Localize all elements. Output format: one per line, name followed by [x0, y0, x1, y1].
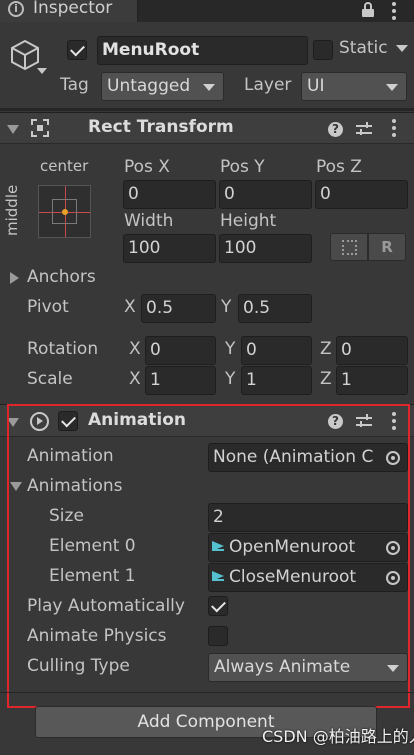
help-icon[interactable]: ?	[328, 122, 343, 137]
raw-edit-button[interactable]: R	[368, 233, 406, 261]
rot-y-label: Y	[225, 339, 236, 359]
pivot-x-field[interactable]: 0.5	[141, 294, 216, 323]
rot-z-label: Z	[320, 339, 332, 359]
chevron-down-icon	[386, 84, 398, 91]
check-icon	[70, 41, 85, 57]
width-label: Width	[124, 211, 174, 231]
pos-z-label: Pos Z	[316, 157, 362, 177]
scale-label: Scale	[27, 369, 73, 389]
divider	[0, 692, 414, 693]
static-dropdown-arrow[interactable]	[396, 45, 408, 52]
layer-dropdown[interactable]: UI	[301, 72, 407, 101]
pos-y-field[interactable]: 0	[219, 180, 312, 209]
tag-dropdown[interactable]: Untagged	[101, 72, 224, 101]
rot-y-field[interactable]: 0	[241, 336, 312, 365]
highlight-box	[7, 404, 410, 708]
foldout-arrow-icon	[7, 125, 19, 134]
layer-value: UI	[307, 76, 325, 96]
height-label: Height	[220, 211, 277, 231]
pivot-y-label: Y	[221, 297, 232, 317]
anchors-label[interactable]: Anchors	[27, 267, 96, 287]
chevron-down-icon	[203, 84, 215, 91]
anchor-h-label: center	[40, 157, 89, 175]
scale-z-field[interactable]: 1	[336, 366, 408, 395]
scale-x-label: X	[129, 369, 141, 389]
scale-y-field[interactable]: 1	[241, 366, 312, 395]
rect-transform-header[interactable]: Rect Transform ?	[0, 112, 414, 144]
pivot-x-label: X	[124, 297, 136, 317]
height-field[interactable]: 100	[219, 234, 312, 263]
static-label: Static	[339, 38, 388, 58]
blueprint-icon	[342, 240, 357, 255]
pivot-y-field[interactable]: 0.5	[238, 294, 312, 323]
rotation-label: Rotation	[27, 339, 99, 359]
layer-label: Layer	[244, 75, 292, 95]
width-field[interactable]: 100	[123, 234, 216, 263]
object-name-field[interactable]: MenuRoot	[97, 36, 308, 65]
pos-x-field[interactable]: 0	[123, 180, 216, 209]
gameobject-icon	[8, 38, 42, 72]
scale-x-field[interactable]: 1	[145, 366, 216, 395]
anchor-v-label: middle	[3, 184, 21, 236]
presets-icon[interactable]	[356, 122, 372, 136]
tab-title: Inspector	[33, 0, 113, 18]
rect-transform-title: Rect Transform	[88, 117, 234, 137]
pivot-label: Pivot	[27, 297, 69, 317]
rot-x-label: X	[129, 339, 141, 359]
watermark: CSDN @柏油路上的人	[262, 727, 414, 746]
rect-transform-icon	[31, 119, 49, 137]
anchors-foldout-icon[interactable]	[10, 272, 19, 284]
static-checkbox[interactable]	[313, 40, 333, 60]
pos-y-label: Pos Y	[220, 157, 265, 177]
tab-menu-icon[interactable]	[392, 2, 396, 23]
pos-z-field[interactable]: 0	[315, 180, 408, 209]
tag-value: Untagged	[107, 76, 191, 96]
component-menu-icon[interactable]	[392, 119, 396, 140]
scale-y-label: Y	[225, 369, 236, 389]
pos-x-label: Pos X	[124, 157, 170, 177]
divider	[0, 108, 414, 111]
scale-z-label: Z	[320, 369, 332, 389]
rot-x-field[interactable]: 0	[145, 336, 216, 365]
active-checkbox[interactable]	[67, 40, 87, 60]
info-icon: i	[8, 1, 24, 17]
anchor-presets-button[interactable]	[38, 185, 91, 238]
inspector-tab[interactable]: i Inspector	[0, 0, 138, 22]
lock-icon[interactable]	[362, 2, 374, 17]
icon-dropdown-arrow[interactable]	[37, 68, 47, 74]
tag-label: Tag	[60, 75, 89, 95]
blueprint-mode-button[interactable]	[330, 233, 368, 261]
rot-z-field[interactable]: 0	[336, 336, 408, 365]
